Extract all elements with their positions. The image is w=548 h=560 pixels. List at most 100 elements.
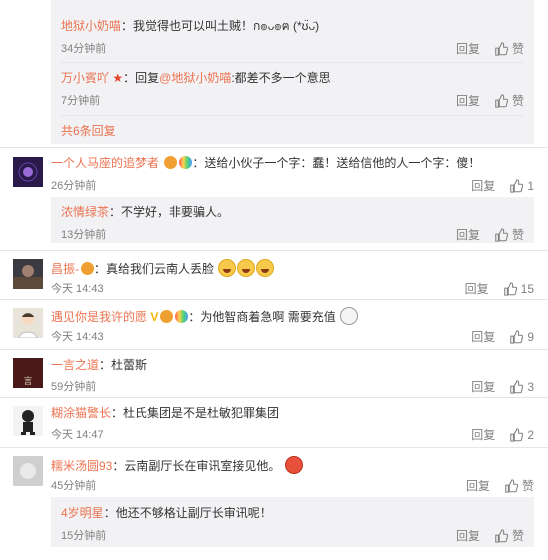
comment-item: 昌振- ：真给我们云南人丢脸 今天 14:43 回复 15: [0, 250, 548, 299]
v-badge-icon: V: [150, 310, 159, 324]
reply-time: 13分钟前: [61, 229, 107, 241]
comment-item: 糊涂猫警长：杜氏集团是不是杜敏犯罪集团 今天 14:47 回复 2: [0, 397, 548, 447]
thumbs-up-icon: [505, 478, 518, 493]
like-button[interactable]: 2: [509, 428, 534, 442]
reply-button[interactable]: 回复: [465, 280, 489, 297]
vip-badge-icon: [164, 156, 178, 169]
thumbs-up-icon: [510, 427, 524, 442]
reply-block: 4岁明星：他还不够格让副厅长审讯呢！ 15分钟前 回复 赞: [51, 497, 534, 547]
avatar[interactable]: [13, 308, 43, 338]
reply-time: 7分钟前: [61, 95, 101, 107]
thumbs-up-icon: [510, 379, 524, 394]
reply-time: 15分钟前: [61, 530, 107, 542]
reply-prefix: ：回复: [123, 71, 160, 85]
reply-text: ：不学好，非要骗人。: [109, 205, 230, 219]
reply-button[interactable]: 回复: [466, 477, 490, 494]
like-button[interactable]: 1: [509, 179, 534, 193]
thumbs-up-icon: [510, 329, 524, 344]
like-button[interactable]: 赞: [494, 40, 524, 57]
comment-username[interactable]: 一个人马座的追梦者: [51, 156, 159, 170]
comment-time: 59分钟前: [51, 381, 97, 393]
avatar[interactable]: [13, 157, 43, 187]
like-label: 赞: [521, 479, 534, 493]
comment-username[interactable]: 昌振-: [51, 262, 79, 276]
like-count: 1: [527, 178, 534, 193]
reply-block: 浓情绿茶：不学好，非要骗人。 13分钟前 回复 赞: [51, 197, 534, 243]
thumbs-up-icon: [510, 178, 524, 193]
avatar-char: 言: [23, 376, 33, 386]
comment-username[interactable]: 一言之道: [51, 358, 99, 372]
thumbs-up-icon: [495, 41, 508, 56]
comment-item: 一个人马座的追梦者 ：送给小伙子一个字：蠢！送给信他的人一个字：傻！ 26分钟前…: [0, 147, 548, 249]
mention-link[interactable]: @地狱小奶喵: [159, 71, 231, 85]
crying-emoji-icon: [340, 307, 359, 325]
reply-username[interactable]: 万小賓吖: [61, 71, 109, 85]
show-more-replies-link[interactable]: 共6条回复: [61, 122, 116, 139]
reply-button[interactable]: 回复: [456, 226, 480, 243]
thumbs-up-icon: [503, 281, 517, 296]
like-label: 赞: [511, 94, 524, 108]
like-button[interactable]: 15: [503, 282, 534, 296]
like-button[interactable]: 赞: [494, 226, 524, 243]
comment-text: ：杜氏集团是不是杜敏犯罪集团: [111, 406, 280, 420]
comment-text: ：送给小伙子一个字：蠢！送给信他的人一个字：傻！: [192, 156, 481, 170]
comment-username[interactable]: 糯米汤圆93: [51, 459, 112, 473]
reply-item: 浓情绿茶：不学好，非要骗人。 13分钟前 回复 赞: [61, 204, 524, 243]
reply-button[interactable]: 回复: [456, 92, 480, 109]
star-badge-icon: ★: [112, 71, 124, 85]
comment-username[interactable]: 遇见你是我许的愿: [51, 310, 147, 324]
comment-text: ：真给我们云南人丢脸: [94, 262, 215, 276]
laugh-cry-emoji-icon: [256, 259, 275, 277]
comment-time: 今天 14:47: [51, 429, 104, 441]
vip-badge-icon: [160, 310, 174, 323]
laugh-cry-emoji-icon: [237, 259, 256, 277]
comment-username[interactable]: 糊涂猫警长: [51, 406, 111, 420]
reply-text: ：他还不够格让副厅长审讯呢！: [103, 506, 272, 520]
like-label: 赞: [511, 529, 524, 543]
comment-item: 言 一言之道：杜蕾斯 59分钟前 回复 3: [0, 349, 548, 397]
like-count: 9: [527, 329, 534, 344]
rainbow-badge-icon: [179, 156, 193, 169]
comment-text: ：云南副厅长在审讯室接见他。: [112, 459, 281, 473]
like-count: 2: [527, 427, 534, 442]
comment-text: ：杜蕾斯: [99, 358, 148, 372]
reply-text: :都差不多一个意思: [231, 71, 331, 85]
reply-username[interactable]: 浓情绿茶: [61, 205, 109, 219]
like-button[interactable]: 赞: [494, 92, 524, 109]
comment-time: 今天 14:43: [51, 283, 104, 295]
vip-badge-icon: [81, 262, 94, 275]
avatar[interactable]: [13, 406, 43, 436]
like-label: 赞: [511, 42, 524, 56]
like-button[interactable]: 赞: [504, 477, 534, 494]
reply-username[interactable]: 4岁明星: [61, 506, 104, 520]
comment-time: 26分钟前: [51, 180, 97, 192]
like-button[interactable]: 9: [509, 330, 534, 344]
comment-time: 45分钟前: [51, 480, 97, 492]
avatar[interactable]: 言: [13, 358, 43, 388]
comment-item: 糯米汤圆93：云南副厅长在审讯室接见他。 45分钟前 回复 赞 4岁明星：他还不…: [0, 447, 548, 560]
reply-username[interactable]: 地狱小奶喵: [61, 19, 121, 33]
reply-button[interactable]: 回复: [471, 177, 495, 194]
angry-emoji-icon: [284, 456, 303, 474]
avatar[interactable]: [13, 456, 43, 486]
laugh-cry-emoji-icon: [218, 259, 237, 277]
comment-item: 遇见你是我许的愿 V ：为他智商着急啊 需要充值 今天 14:43 回复 9: [0, 299, 548, 349]
reply-button[interactable]: 回复: [456, 40, 480, 57]
reply-text: ：我觉得也可以叫土贼！ก๏ᴗ๏ฅ (*ʊ̈ᴗ̈): [121, 19, 320, 33]
reply-item: 4岁明星：他还不够格让副厅长审讯呢！ 15分钟前 回复 赞: [61, 505, 524, 544]
reply-block-1: 地狱小奶喵：我觉得也可以叫土贼！ก๏ᴗ๏ฅ (*ʊ̈ᴗ̈) 34分钟前 回复 赞…: [51, 6, 534, 144]
avatar[interactable]: [13, 259, 43, 289]
reply-item: 地狱小奶喵：我觉得也可以叫土贼！ก๏ᴗ๏ฅ (*ʊ̈ᴗ̈) 34分钟前 回复 赞: [61, 18, 524, 58]
thumbs-up-icon: [495, 528, 508, 543]
thumbs-up-icon: [495, 227, 508, 242]
like-count: 3: [527, 379, 534, 394]
like-button[interactable]: 赞: [494, 527, 524, 544]
like-button[interactable]: 3: [509, 380, 534, 394]
like-label: 赞: [511, 228, 524, 242]
reply-button[interactable]: 回复: [471, 378, 495, 395]
reply-button[interactable]: 回复: [456, 527, 480, 544]
thumbs-up-icon: [495, 93, 508, 108]
reply-time: 34分钟前: [61, 43, 107, 55]
reply-button[interactable]: 回复: [471, 328, 495, 345]
reply-button[interactable]: 回复: [471, 426, 495, 443]
